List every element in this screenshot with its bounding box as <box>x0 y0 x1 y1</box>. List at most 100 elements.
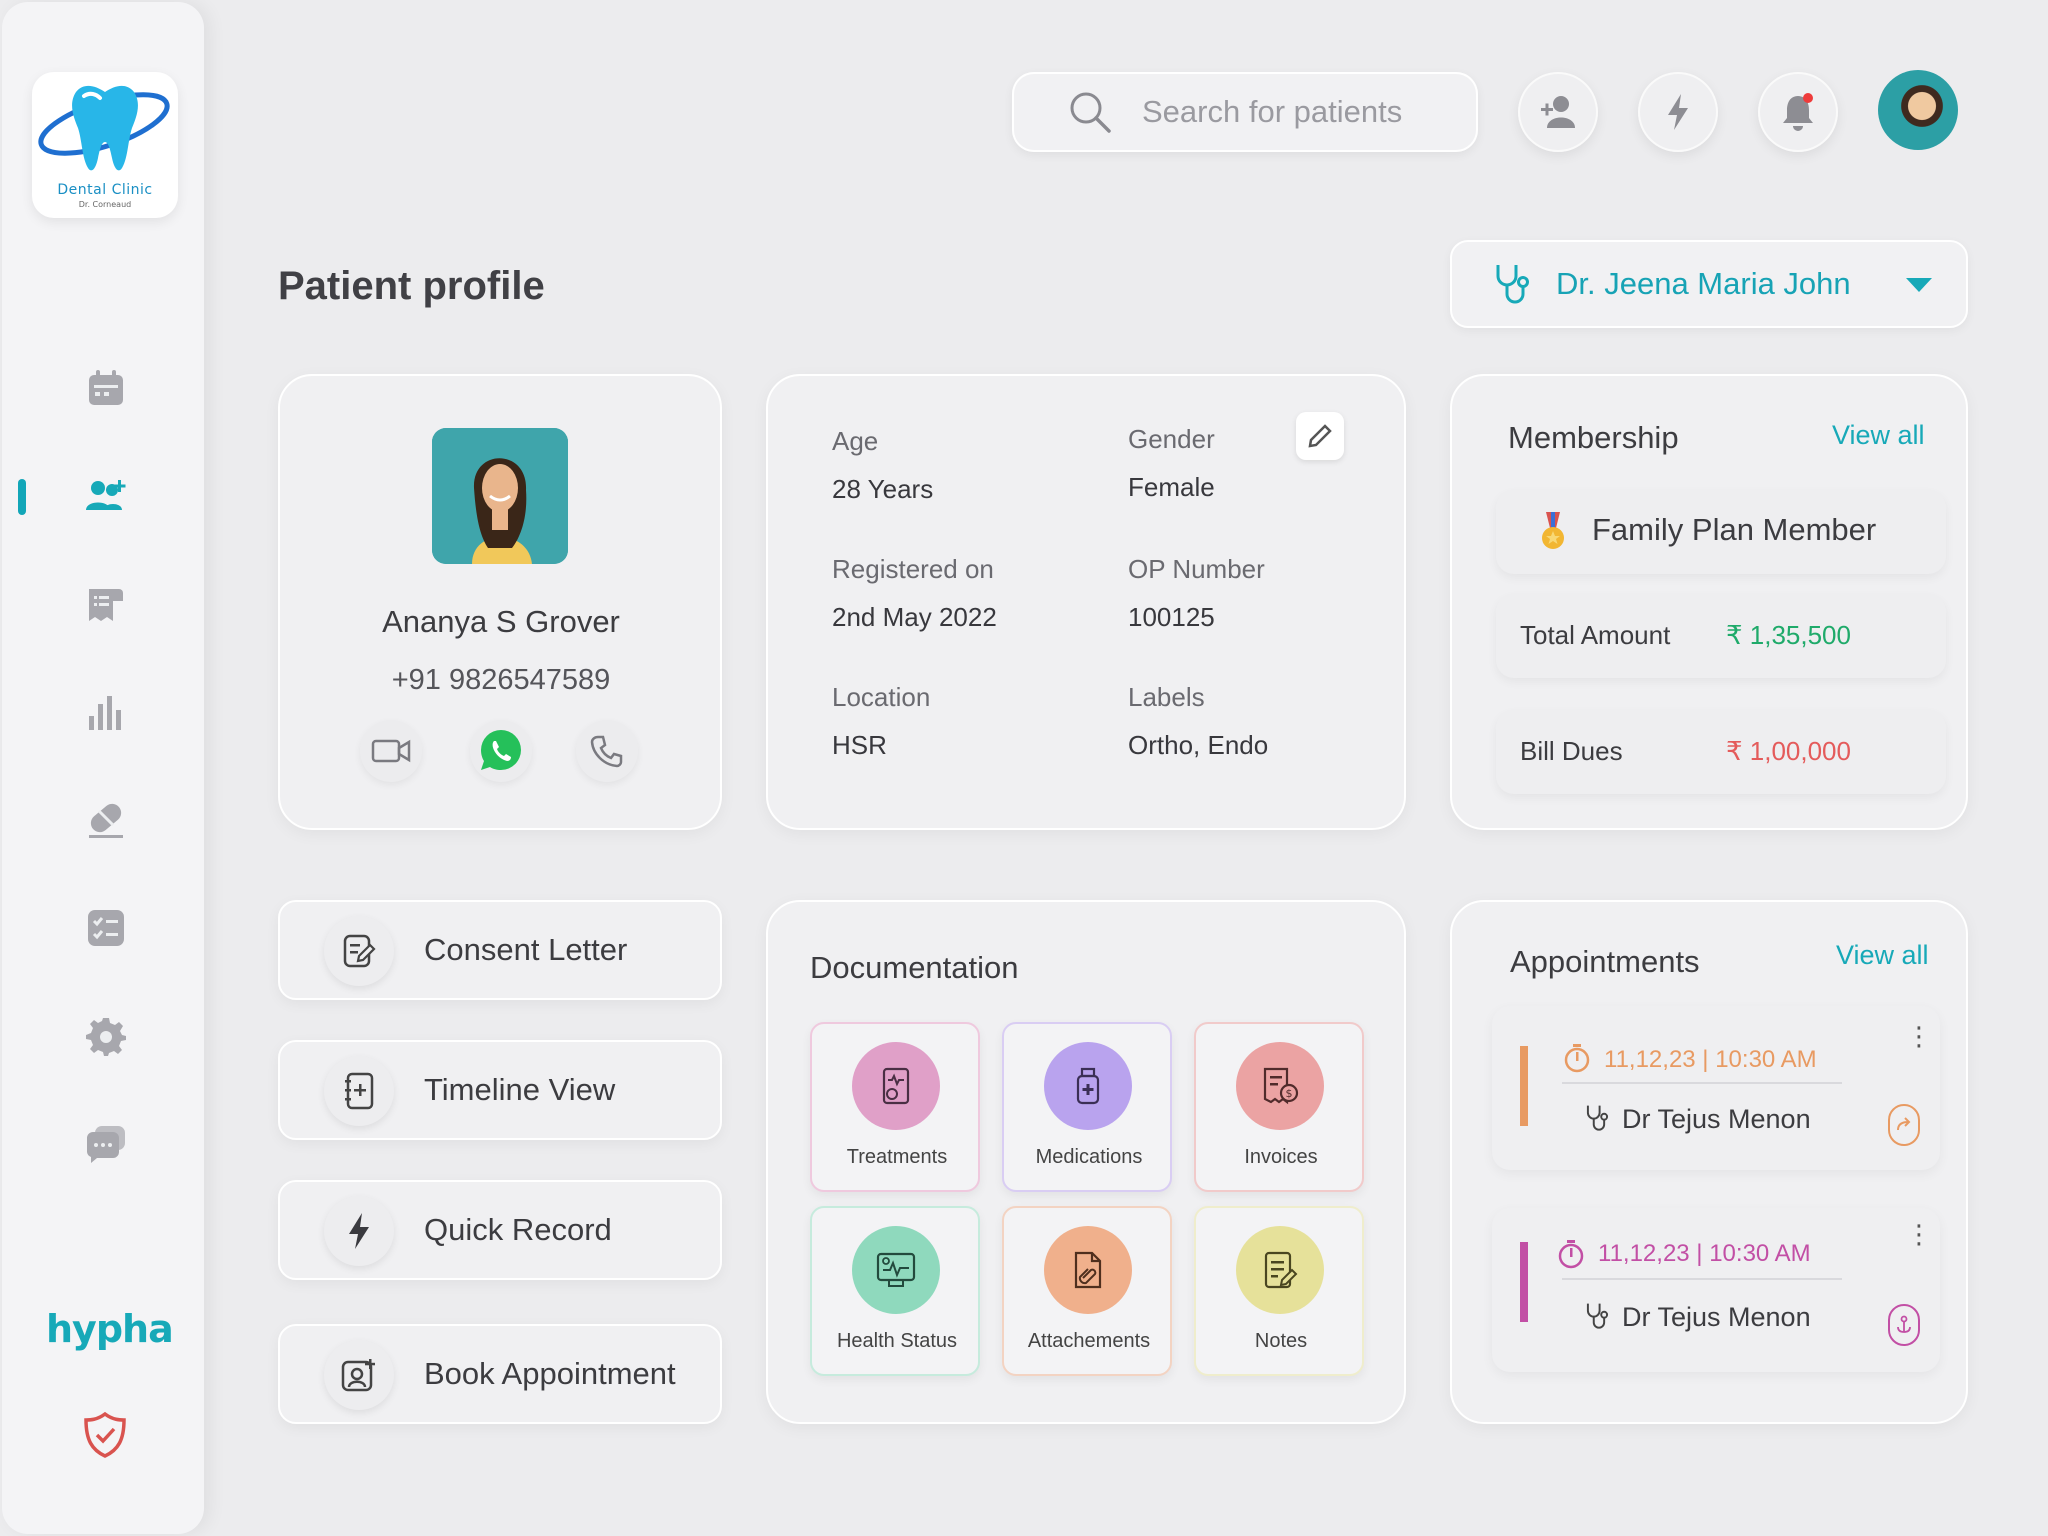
doctor-select[interactable]: Dr. Jeena Maria John <box>1450 240 1968 328</box>
checklist-icon <box>88 910 124 946</box>
appointment-time: 11,12,23 | 10:30 AM <box>1604 1046 1817 1073</box>
book-appointment-label: Book Appointment <box>424 1356 676 1391</box>
video-call-button[interactable] <box>360 720 422 782</box>
search-icon <box>1070 92 1111 133</box>
reschedule-button[interactable] <box>1888 1104 1920 1146</box>
appointment-item[interactable]: 11,12,23 | 10:30 AM Dr Tejus Menon ⋮ <box>1492 1208 1940 1372</box>
timeline-view-button[interactable]: Timeline View <box>278 1040 722 1140</box>
anchor-icon <box>1897 1315 1911 1333</box>
add-patient-button[interactable] <box>1518 72 1598 152</box>
age-label: Age <box>832 426 879 456</box>
whatsapp-icon <box>481 730 521 770</box>
phone-call-button[interactable] <box>576 720 638 782</box>
nav-active-indicator <box>18 479 26 515</box>
nav-calendar[interactable] <box>76 358 136 418</box>
bill-dues-value: ₹ 1,00,000 <box>1726 736 1851 766</box>
appointment-item[interactable]: 11,12,23 | 10:30 AM Dr Tejus Menon ⋮ <box>1492 1006 1940 1170</box>
consent-letter-button[interactable]: Consent Letter <box>278 900 722 1000</box>
location-value: HSR <box>832 730 887 760</box>
notes-icon <box>1264 1251 1298 1289</box>
notes-tile[interactable]: Notes <box>1194 1206 1364 1376</box>
attachments-icon-wrap <box>1044 1226 1132 1314</box>
calendar-icon <box>89 370 123 405</box>
chevron-down-icon <box>1906 278 1932 292</box>
appointment-color-bar <box>1520 1242 1528 1322</box>
health-status-label: Health Status <box>836 1330 958 1352</box>
treatments-icon-wrap <box>852 1042 940 1130</box>
nav-reports[interactable] <box>76 682 136 742</box>
labels-value: Ortho, Endo <box>1128 730 1269 760</box>
attachments-tile[interactable]: Attachements <box>1002 1206 1172 1376</box>
logo-title: Dental Clinic <box>57 182 153 198</box>
lightning-icon <box>349 1213 369 1249</box>
nav-settings[interactable] <box>76 1006 136 1066</box>
patient-info-card: Age 28 Years Gender Female Registered on… <box>766 374 1406 830</box>
medications-icon-wrap <box>1044 1042 1132 1130</box>
more-options-icon[interactable]: ⋮ <box>1906 1022 1932 1052</box>
medications-label: Medications <box>1035 1146 1143 1168</box>
records-icon <box>89 589 123 621</box>
bar-chart-icon <box>89 696 121 730</box>
more-options-icon[interactable]: ⋮ <box>1906 1220 1932 1250</box>
health-monitor-icon <box>876 1252 916 1287</box>
nav-messages[interactable] <box>76 1114 136 1174</box>
labels-label: Labels <box>1128 682 1205 712</box>
whatsapp-button[interactable] <box>470 720 532 782</box>
add-patient-icon <box>86 480 126 510</box>
nav-prescriptions[interactable] <box>76 790 136 850</box>
appointment-time: 11,12,23 | 10:30 AM <box>1598 1240 1811 1267</box>
health-status-icon-wrap <box>852 1226 940 1314</box>
book-appointment-icon-wrap <box>324 1340 394 1410</box>
invoices-icon-wrap: $ <box>1236 1042 1324 1130</box>
user-avatar[interactable] <box>1878 70 1958 150</box>
gender-value: Female <box>1128 472 1215 502</box>
quick-action-button[interactable] <box>1638 72 1718 152</box>
health-status-tile[interactable]: Health Status <box>810 1206 980 1376</box>
bill-dues-label: Bill Dues <box>1520 736 1623 766</box>
book-appointment-button[interactable]: Book Appointment <box>278 1324 722 1424</box>
consent-letter-icon-wrap <box>324 916 394 986</box>
membership-plan-row: Family Plan Member <box>1496 490 1946 574</box>
quick-record-label: Quick Record <box>424 1212 612 1247</box>
quick-record-button[interactable]: Quick Record <box>278 1180 722 1280</box>
hypha-brand: hypha <box>46 1307 174 1351</box>
op-value: 100125 <box>1128 602 1215 632</box>
membership-view-all-link[interactable]: View all <box>1832 420 1925 451</box>
nav-tasks[interactable] <box>76 898 136 958</box>
treatments-label: Treatments <box>846 1146 948 1168</box>
shield-check-icon <box>84 1411 126 1458</box>
timer-icon <box>1564 1044 1590 1073</box>
notifications-button[interactable] <box>1758 72 1838 152</box>
attachment-icon <box>1074 1251 1102 1289</box>
appointments-view-all-link[interactable]: View all <box>1836 940 1929 971</box>
stethoscope-icon <box>1496 265 1529 304</box>
nav-records[interactable] <box>76 574 136 634</box>
add-user-icon <box>1541 96 1575 128</box>
timeline-icon <box>345 1072 374 1110</box>
nav-patients[interactable] <box>76 466 136 526</box>
medications-tile[interactable]: Medications <box>1002 1022 1172 1192</box>
invoices-tile[interactable]: $ Invoices <box>1194 1022 1364 1192</box>
edit-info-button[interactable] <box>1296 412 1344 460</box>
bill-dues-row: Bill Dues ₹ 1,00,000 <box>1496 710 1946 794</box>
search-input[interactable] <box>1142 94 1462 130</box>
total-amount-value: ₹ 1,35,500 <box>1726 620 1851 650</box>
timeline-view-icon-wrap <box>324 1056 394 1126</box>
appointments-title: Appointments <box>1510 944 1700 979</box>
attachments-label: Attachements <box>1027 1330 1151 1352</box>
document-edit-icon <box>343 934 376 968</box>
appointment-action-button[interactable] <box>1888 1304 1920 1346</box>
notes-label: Notes <box>1254 1330 1308 1352</box>
membership-title: Membership <box>1508 420 1679 455</box>
search-bar[interactable] <box>1012 72 1478 152</box>
page-title: Patient profile <box>278 264 545 308</box>
treatment-record-icon <box>882 1067 910 1105</box>
lightning-icon <box>1668 94 1688 130</box>
age-value: 28 Years <box>832 474 934 504</box>
clinic-logo[interactable]: Dental Clinic Dr. Corneaud <box>32 72 178 218</box>
sidebar: Dental Clinic Dr. Corneaud hypha <box>2 2 204 1534</box>
registered-label: Registered on <box>832 554 994 584</box>
nav-security[interactable] <box>80 1410 130 1460</box>
op-label: OP Number <box>1128 554 1265 584</box>
treatments-tile[interactable]: Treatments <box>810 1022 980 1192</box>
